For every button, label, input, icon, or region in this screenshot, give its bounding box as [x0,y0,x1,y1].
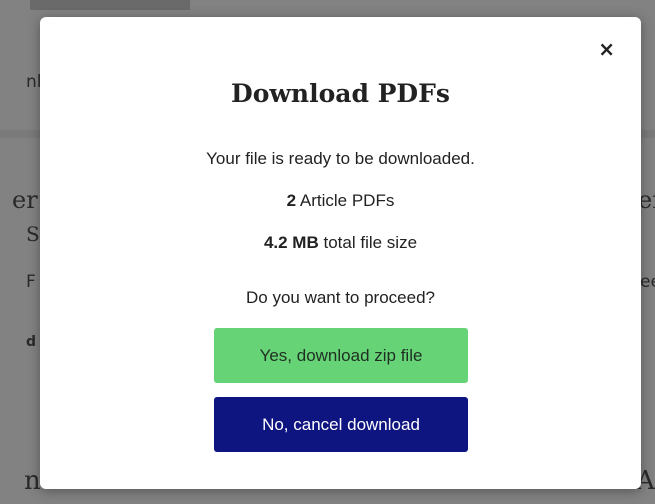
download-dialog: × Download PDFs Your file is ready to be… [40,17,641,489]
background-text: S [26,222,40,246]
pdf-count: 2 Article PDFs [40,191,641,211]
download-zip-button[interactable]: Yes, download zip file [214,328,468,383]
proceed-question: Do you want to proceed? [245,288,435,307]
file-size-label: total file size [323,233,418,252]
dialog-title: Download PDFs [231,79,450,108]
background-tab [30,0,190,10]
background-text: F [26,272,36,292]
background-text: ee [640,272,655,292]
file-size-value: 4.2 MB [263,233,319,252]
background-text: d [26,334,37,350]
close-icon[interactable]: × [598,39,615,59]
background-text: n [24,466,41,496]
background-text: er [12,186,38,214]
download-zip-label: Yes, download zip file [259,345,423,365]
cancel-download-button[interactable]: No, cancel download [214,397,468,452]
pdf-count-value: 2 [286,191,297,210]
file-size: 4.2 MB total file size [40,233,641,253]
ready-message: Your file is ready to be downloaded. [206,149,475,168]
pdf-count-label: Article PDFs [299,191,395,210]
cancel-download-label: No, cancel download [262,414,420,434]
